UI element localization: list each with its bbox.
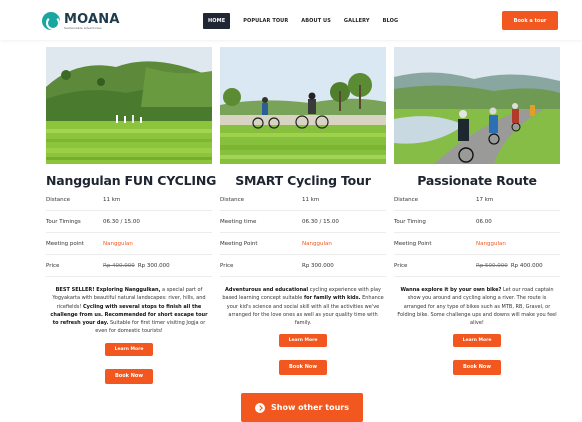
spec-label: Price [394,263,408,269]
tour-photo-ricefield [46,47,212,164]
current-price: Rp 300.000 [302,263,334,269]
spec-row-distance: Distance 17 km [394,189,560,211]
spec-label: Tour Timing [394,219,426,225]
meeting-point-link[interactable]: Nanggulan [103,241,133,247]
moana-logo-icon [42,12,60,30]
show-other-tours-label: Show other tours [270,403,350,412]
tour-description: BEST SELLER! Exploring Nanggulkan, a spe… [50,287,208,335]
spec-row-price: Price Rp 300.000 [220,255,386,277]
tour-photo-road-cyclists [394,47,560,164]
nav-about-us[interactable]: ABOUT US [301,13,331,29]
spec-row-timing: Tour Timings 06.30 / 15.00 [46,211,212,233]
site-header: MOANA Sustainable adventures HOME POPULA… [0,0,582,40]
nav-home[interactable]: HOME [203,13,231,29]
tour-description: Adventurous and educational cycling expe… [222,287,384,327]
book-a-tour-button[interactable]: Book a tour [502,11,558,30]
spec-label: Meeting Point [394,241,432,247]
book-now-button[interactable]: Book Now [279,360,327,375]
spec-row-distance: Distance 11 km [46,189,212,211]
main-nav: HOME POPULAR TOUR ABOUT US GALLERY BLOG [203,13,411,29]
spec-label: Meeting Point [220,241,258,247]
spec-value: 11 km [103,197,121,203]
brand-logo[interactable]: MOANA Sustainable adventures [42,11,120,31]
show-other-tours-button[interactable]: Show other tours [241,393,363,422]
learn-more-button[interactable]: Learn More [279,334,327,347]
brand-tagline: Sustainable adventures [64,25,102,30]
book-now-button[interactable]: Book Now [453,360,501,375]
nav-gallery[interactable]: GALLERY [344,13,370,29]
learn-more-button[interactable]: Learn More [453,334,501,347]
spec-row-meeting-point: Meeting point Nanggulan [46,233,212,255]
meeting-point-link[interactable]: Nanggulan [302,241,332,247]
current-price: Rp 300.000 [137,263,170,269]
spec-label: Distance [46,197,71,203]
spec-label: Distance [220,197,245,203]
meeting-point-link[interactable]: Nanggulan [476,241,506,247]
spec-value: 11 km [302,197,320,203]
spec-label: Distance [394,197,419,203]
tour-description: Wanna explore it by your own bike? Let o… [397,287,557,327]
tour-card-nanggulan: Nanggulan FUN CYCLING Distance 11 km Tou… [46,47,217,384]
spec-value: 17 km [476,197,494,203]
spec-row-meeting-point: Meeting Point Nanggulan [220,233,386,255]
spec-row-timing: Tour Timing 06.00 [394,211,560,233]
learn-more-button[interactable]: Learn More [105,343,153,356]
spec-value: 06.30 / 15.00 [103,219,140,225]
spec-label: Meeting point [46,241,84,247]
spec-row-price: Price Rp 500.000 Rp 400.000 [394,255,560,277]
brand-name: MOANA [64,11,120,27]
current-price: Rp 400.000 [510,263,543,269]
spec-label: Price [220,263,234,269]
spec-value: 06.00 [476,219,492,225]
nav-popular-tour[interactable]: POPULAR TOUR [243,13,288,29]
tour-photo-family-cycling [220,47,386,164]
spec-label: Meeting time [220,219,257,225]
spec-row-timing: Meeting time 06.30 / 15.00 [220,211,386,233]
tour-card-smart-cycling: SMART Cycling Tour Distance 11 km Meetin… [220,47,386,375]
spec-value: 06.30 / 15.00 [302,219,339,225]
tour-title: SMART Cycling Tour [235,173,371,188]
book-now-button[interactable]: Book Now [105,369,153,384]
spec-label: Price [46,263,60,269]
spec-row-price: Price Rp 400.000 Rp 300.000 [46,255,212,277]
old-price: Rp 500.000 [476,263,508,269]
spec-label: Tour Timings [46,219,81,225]
arrow-right-circle-icon [254,402,265,413]
tour-title: Passionate Route [417,173,537,188]
spec-row-meeting-point: Meeting Point Nanggulan [394,233,560,255]
nav-blog[interactable]: BLOG [383,13,399,29]
tour-title: Nanggulan FUN CYCLING [46,173,217,188]
old-price: Rp 400.000 [103,263,135,269]
tour-card-passionate-route: Passionate Route Distance 17 km Tour Tim… [394,47,560,375]
spec-row-distance: Distance 11 km [220,189,386,211]
